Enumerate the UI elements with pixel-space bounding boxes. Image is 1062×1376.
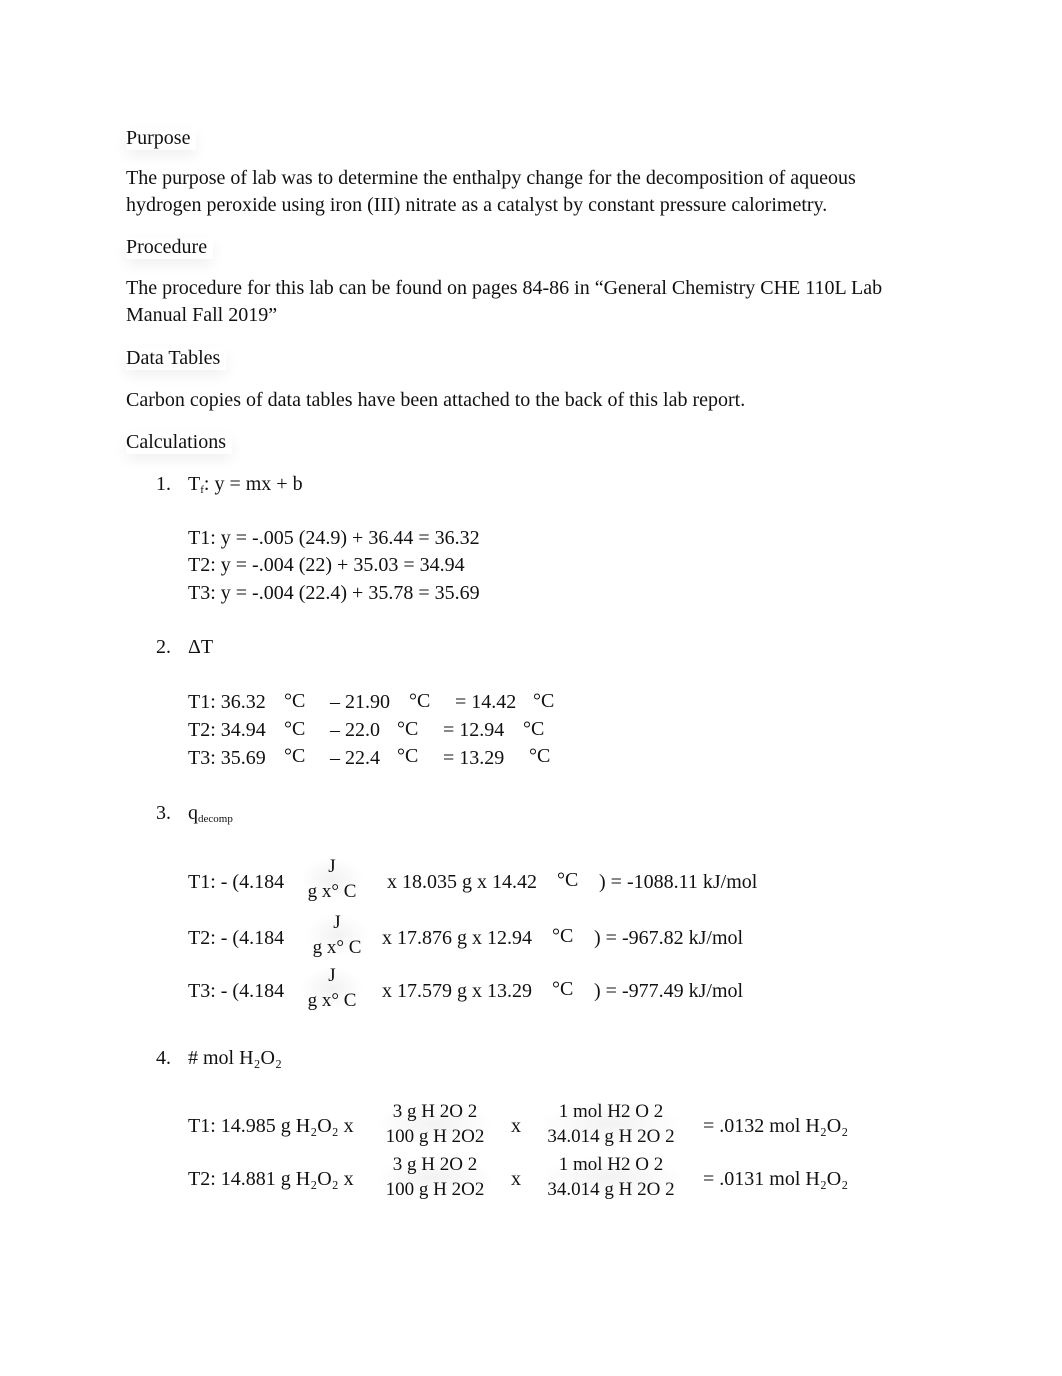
calc3-title-sub: decomp (198, 813, 233, 825)
calc2-unit: °C (284, 745, 306, 767)
procedure-body: The procedure for this lab can be found … (126, 277, 883, 326)
calc1-line: T3: y = -.004 (22.4) + 35.78 = 35.69 (188, 582, 480, 604)
times-sign: x (511, 1115, 521, 1137)
fraction: J g x° C (305, 913, 369, 957)
calc2-unit: °C (284, 718, 306, 740)
fraction: J g x° C (300, 857, 364, 901)
calc3-unit: °C (552, 925, 574, 947)
calc1-line: T2: y = -.004 (22) + 35.03 = 34.94 (188, 554, 465, 576)
fraction-numerator: J (328, 965, 336, 986)
calc2-unit: °C (397, 745, 419, 767)
calc4-number: 4. (156, 1047, 171, 1069)
calc3-unit: °C (557, 869, 579, 891)
fraction: 3 g H 2O 2 100 g H 2O2 (375, 1102, 495, 1146)
purpose-heading: Purpose (126, 128, 196, 150)
calc3-title: qdecomp (188, 802, 233, 825)
fraction-numerator: J (333, 912, 341, 933)
data-tables-heading: Data Tables (126, 348, 226, 370)
fraction-denominator: g x° C (312, 937, 362, 958)
calc3-title-main: q (188, 802, 198, 824)
calc3-row-prefix: T2: - (4.184 (188, 927, 285, 949)
calc3-row-middle: x 18.035 g x 14.42 (387, 871, 537, 893)
fraction: 1 mol H2 O 2 34.014 g H 2O 2 (538, 1155, 684, 1199)
calc2-row-minus: – 21.90 (330, 691, 390, 713)
fraction-denominator: 34.014 g H 2O 2 (547, 1126, 675, 1147)
calc2-title: ΔT (188, 636, 214, 658)
calc4-row-result: = .0131 mol H₂O₂ (703, 1168, 849, 1190)
times-sign: x (511, 1168, 521, 1190)
data-tables-body: Carbon copies of data tables have been a… (126, 389, 746, 411)
calc2-row-minus: – 22.4 (330, 747, 380, 769)
purpose-body: The purpose of lab was to determine the … (126, 167, 856, 216)
calc2-row-result: = 13.29 (443, 747, 505, 769)
fraction-numerator: 1 mol H2 O 2 (558, 1101, 664, 1122)
fraction-denominator: 34.014 g H 2O 2 (547, 1179, 675, 1200)
calc1-number: 1. (156, 473, 171, 495)
calc2-row-result: = 14.42 (455, 691, 517, 713)
calc3-row-result: ) = -1088.11 kJ/mol (599, 871, 758, 893)
fraction: 1 mol H2 O 2 34.014 g H 2O 2 (538, 1102, 684, 1146)
fraction-numerator: 3 g H 2O 2 (392, 1101, 478, 1122)
calc2-row-label: T1: 36.32 (188, 691, 266, 713)
calc2-unit: °C (529, 745, 551, 767)
fraction-numerator: 3 g H 2O 2 (392, 1154, 478, 1175)
fraction-denominator: g x° C (307, 881, 357, 902)
calc4-row-prefix: T2: 14.881 g H₂O₂ x (188, 1168, 354, 1190)
calc4-row-prefix: T1: 14.985 g H₂O₂ x (188, 1115, 354, 1137)
calc3-row-prefix: T1: - (4.184 (188, 871, 285, 893)
fraction: J g x° C (300, 966, 364, 1010)
calc2-number: 2. (156, 636, 171, 658)
procedure-heading: Procedure (126, 237, 213, 259)
calc1-title-rest: : y = mx + b (203, 473, 303, 495)
calc2-row-minus: – 22.0 (330, 719, 380, 741)
calc2-unit: °C (533, 690, 555, 712)
fraction-numerator: J (328, 856, 336, 877)
fraction-numerator: 1 mol H2 O 2 (558, 1154, 664, 1175)
calc2-row-label: T3: 35.69 (188, 747, 266, 769)
calc1-line: T1: y = -.005 (24.9) + 36.44 = 36.32 (188, 527, 480, 549)
calculations-heading: Calculations (126, 432, 232, 454)
calc1-title-main: T (188, 473, 201, 495)
fraction-denominator: 100 g H 2O2 (385, 1126, 485, 1147)
calc3-number: 3. (156, 802, 171, 824)
calc2-unit: °C (397, 718, 419, 740)
calc2-unit: °C (523, 718, 545, 740)
calc2-row-result: = 12.94 (443, 719, 505, 741)
fraction: 3 g H 2O 2 100 g H 2O2 (375, 1155, 495, 1199)
calc3-unit: °C (552, 978, 574, 1000)
calc3-row-middle: x 17.579 g x 13.29 (382, 980, 532, 1002)
calc2-unit: °C (409, 690, 431, 712)
calc4-title: # mol H₂O₂ (188, 1047, 282, 1069)
calc3-row-result: ) = -967.82 kJ/mol (594, 927, 744, 949)
fraction-denominator: 100 g H 2O2 (385, 1179, 485, 1200)
fraction-denominator: g x° C (307, 990, 357, 1011)
calc2-row-label: T2: 34.94 (188, 719, 266, 741)
calc3-row-result: ) = -977.49 kJ/mol (594, 980, 744, 1002)
calc2-unit: °C (284, 690, 306, 712)
calc1-title: Tf: y = mx + b (188, 473, 303, 496)
calc3-row-middle: x 17.876 g x 12.94 (382, 927, 532, 949)
calc3-row-prefix: T3: - (4.184 (188, 980, 285, 1002)
calc4-row-result: = .0132 mol H₂O₂ (703, 1115, 849, 1137)
